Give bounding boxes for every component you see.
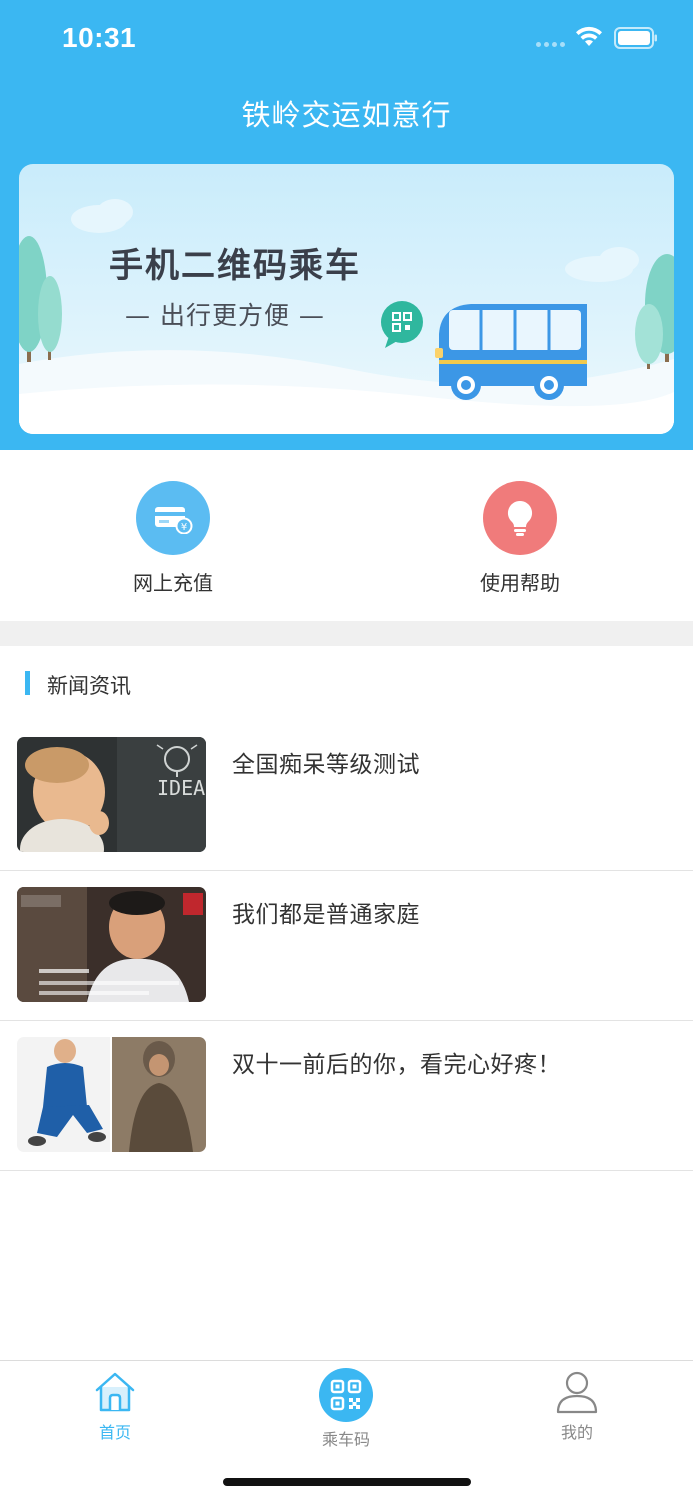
qr-code-icon [319,1368,373,1422]
status-time: 10:31 [62,22,137,53]
svg-text:IDEA: IDEA [157,776,205,800]
tab-mine[interactable]: 我的 [517,1369,637,1443]
header: 10:31 铁岭交运如意行 手机二维码乘车 — 出行更方便 — [0,0,693,450]
tab-ride-code[interactable]: 乘车码 [286,1368,406,1450]
banner-illustration [19,164,674,434]
cellular-signal-icon [536,42,565,47]
online-recharge-button[interactable]: ¥ 网上充值 [113,481,233,596]
news-section-header: 新闻资讯 [0,646,693,722]
section-divider [0,621,693,646]
news-item[interactable]: 我们都是普通家庭 [0,871,693,1021]
banner-headline: 手机二维码乘车 [109,246,361,286]
section-accent-bar [25,671,30,695]
news-thumbnail [17,887,206,1002]
news-item[interactable]: IDEA 全国痴呆等级测试 [0,721,693,871]
news-thumbnail: IDEA [17,737,206,852]
user-icon [556,1371,598,1414]
news-item-title: 双十一前后的你，看完心好疼！ [232,1052,561,1078]
usage-help-button[interactable]: 使用帮助 [460,481,580,596]
news-item-title: 全国痴呆等级测试 [232,752,420,778]
lightbulb-icon [483,481,557,555]
tab-home[interactable]: 首页 [55,1369,175,1443]
tab-ride-code-label: 乘车码 [321,1430,370,1449]
status-bar: 10:31 [0,0,693,80]
usage-help-label: 使用帮助 [480,571,560,595]
tab-mine-label: 我的 [560,1423,593,1442]
banner-subtitle: — 出行更方便 — [125,301,325,330]
svg-text:¥: ¥ [181,522,187,533]
quick-actions: ¥ 网上充值 使用帮助 [0,450,693,621]
news-item-title: 我们都是普通家庭 [232,902,420,928]
battery-icon [614,27,657,49]
home-icon [95,1372,135,1412]
news-item[interactable]: 双十一前后的你，看完心好疼！ [0,1021,693,1171]
promo-banner[interactable]: 手机二维码乘车 — 出行更方便 — [19,164,674,434]
card-icon: ¥ [136,481,210,555]
online-recharge-label: 网上充值 [133,571,213,595]
home-indicator [223,1478,471,1486]
news-section-title: 新闻资讯 [47,674,131,698]
tab-home-label: 首页 [98,1423,131,1442]
news-thumbnail [17,1037,206,1152]
page-title: 铁岭交运如意行 [241,98,452,132]
wifi-icon [576,26,602,46]
